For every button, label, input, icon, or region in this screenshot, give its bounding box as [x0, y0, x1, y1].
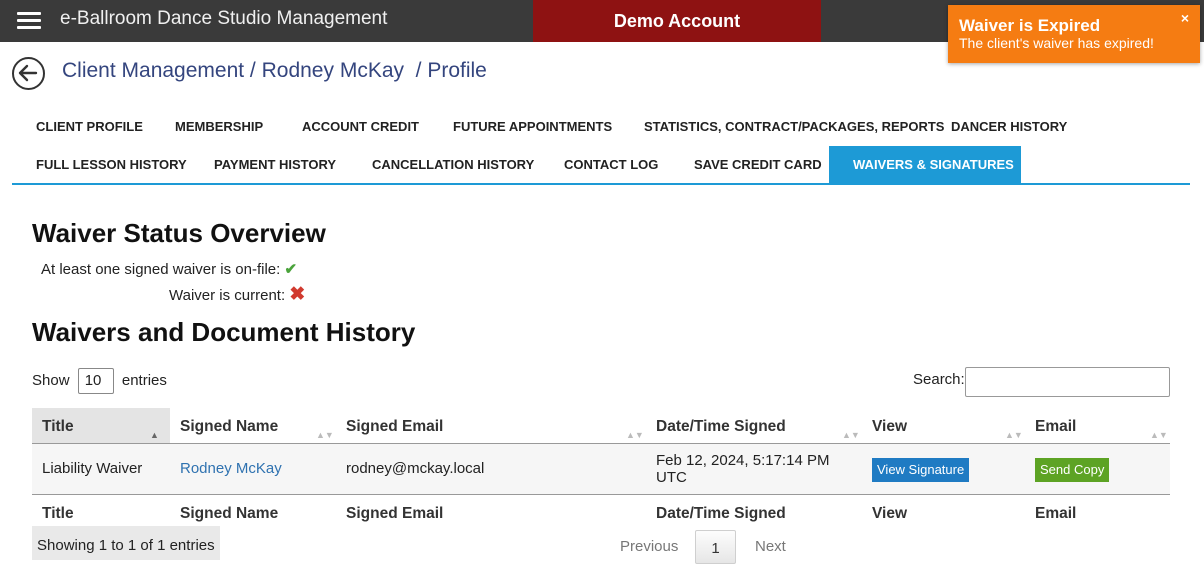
column-header-title[interactable]: Title ▲	[32, 408, 170, 443]
tab-membership[interactable]: MEMBERSHIP	[151, 108, 287, 146]
tab-account-credit[interactable]: ACCOUNT CREDIT	[278, 108, 443, 146]
view-signature-button[interactable]: View Signature	[872, 458, 970, 482]
footer-signed-email: Signed Email	[346, 505, 444, 522]
tab-save-credit-card[interactable]: SAVE CREDIT CARD	[670, 146, 846, 184]
table-row: Liability Waiver Rodney McKay rodney@mck…	[32, 444, 1170, 495]
tab-row-1: CLIENT PROFILE MEMBERSHIP ACCOUNT CREDIT…	[12, 108, 1190, 146]
table-info: Showing 1 to 1 of 1 entries	[32, 526, 220, 560]
column-date-signed-label: Date/Time Signed	[656, 418, 786, 435]
next-page-button[interactable]: Next	[755, 538, 786, 555]
show-entries-control: Show 10 entries	[32, 368, 167, 394]
tab-client-profile[interactable]: CLIENT PROFILE	[12, 108, 167, 146]
toast-title: Waiver is Expired	[959, 16, 1101, 35]
current-status: Waiver is current: ✖	[169, 283, 305, 306]
profile-tabs: CLIENT PROFILE MEMBERSHIP ACCOUNT CREDIT…	[12, 108, 1190, 184]
cell-signed-email: rodney@mckay.local	[346, 460, 485, 477]
column-header-date-signed[interactable]: Date/Time Signed ▲▼	[646, 408, 862, 443]
column-signed-email-label: Signed Email	[346, 418, 444, 435]
table-header: Title ▲ Signed Name ▲▼ Signed Email ▲▼ D…	[32, 408, 1170, 444]
on-file-label: At least one signed waiver is on-file:	[41, 261, 281, 278]
cell-title: Liability Waiver	[42, 460, 143, 477]
entries-select[interactable]: 10	[77, 368, 114, 394]
show-label: Show	[32, 371, 70, 389]
tab-contact-log[interactable]: CONTACT LOG	[540, 146, 682, 184]
current-label: Waiver is current:	[169, 287, 286, 304]
hamburger-menu-icon[interactable]	[17, 12, 41, 30]
search-input[interactable]	[965, 367, 1170, 397]
arrow-left-icon	[18, 64, 38, 82]
column-view-label: View	[872, 418, 908, 435]
demo-account-banner: Demo Account	[533, 0, 821, 42]
column-email-label: Email	[1035, 418, 1077, 435]
footer-email: Email	[1035, 505, 1077, 522]
waiver-status-heading: Waiver Status Overview	[32, 218, 326, 248]
breadcrumb[interactable]: Client Management / Rodney McKay / Profi…	[62, 59, 487, 83]
checkmark-icon: ✔	[284, 261, 298, 278]
column-title-label: Title	[42, 418, 74, 435]
cell-date-signed: Feb 12, 2024, 5:17:14 PM UTC	[646, 452, 829, 486]
toast-close-icon[interactable]: ×	[1181, 10, 1189, 26]
history-heading: Waivers and Document History	[32, 317, 416, 347]
previous-page-button[interactable]: Previous	[620, 538, 678, 555]
on-file-status: At least one signed waiver is on-file: ✔	[41, 260, 297, 278]
tab-payment-history[interactable]: PAYMENT HISTORY	[190, 146, 360, 184]
search-label: Search:	[913, 371, 965, 388]
entries-label: entries	[121, 371, 167, 389]
footer-date-signed: Date/Time Signed	[656, 505, 786, 522]
column-header-signed-email[interactable]: Signed Email ▲▼	[336, 408, 646, 443]
tab-future-appointments[interactable]: FUTURE APPOINTMENTS	[429, 108, 636, 146]
tab-full-lesson-history[interactable]: FULL LESSON HISTORY	[12, 146, 211, 184]
waiver-history-table: Title ▲ Signed Name ▲▼ Signed Email ▲▼ D…	[32, 408, 1170, 533]
cross-icon: ✖	[289, 284, 306, 305]
send-copy-button[interactable]: Send Copy	[1035, 458, 1110, 482]
tab-cancellation-history[interactable]: CANCELLATION HISTORY	[348, 146, 558, 184]
tab-dancer-history[interactable]: DANCER HISTORY	[927, 108, 1091, 146]
app-title: e-Ballroom Dance Studio Management	[60, 8, 388, 29]
tab-row-2: FULL LESSON HISTORY PAYMENT HISTORY CANC…	[12, 146, 1190, 184]
footer-view: View	[872, 505, 908, 522]
back-arrow-button[interactable]	[12, 57, 45, 90]
column-header-view[interactable]: View ▲▼	[862, 408, 1025, 443]
tab-statistics-contract-packages-reports[interactable]: STATISTICS, CONTRACT/PACKAGES, REPORTS	[620, 108, 968, 146]
toast-message: The client's waiver has expired!	[959, 35, 1154, 51]
waiver-expired-toast[interactable]: Waiver is Expired The client's waiver ha…	[948, 5, 1200, 63]
timezone-line: UTC	[656, 469, 687, 486]
page-1-button[interactable]: 1	[695, 530, 736, 564]
tabs-underline	[12, 183, 1190, 185]
tab-waivers-signatures[interactable]: WAIVERS & SIGNATURES	[829, 146, 1021, 184]
signed-name-link[interactable]: Rodney McKay	[170, 460, 282, 477]
column-header-email[interactable]: Email ▲▼	[1025, 408, 1170, 443]
column-header-signed-name[interactable]: Signed Name ▲▼	[170, 408, 336, 443]
column-signed-name-label: Signed Name	[180, 418, 279, 435]
date-line: Feb 12, 2024, 5:17:14 PM	[656, 452, 830, 469]
